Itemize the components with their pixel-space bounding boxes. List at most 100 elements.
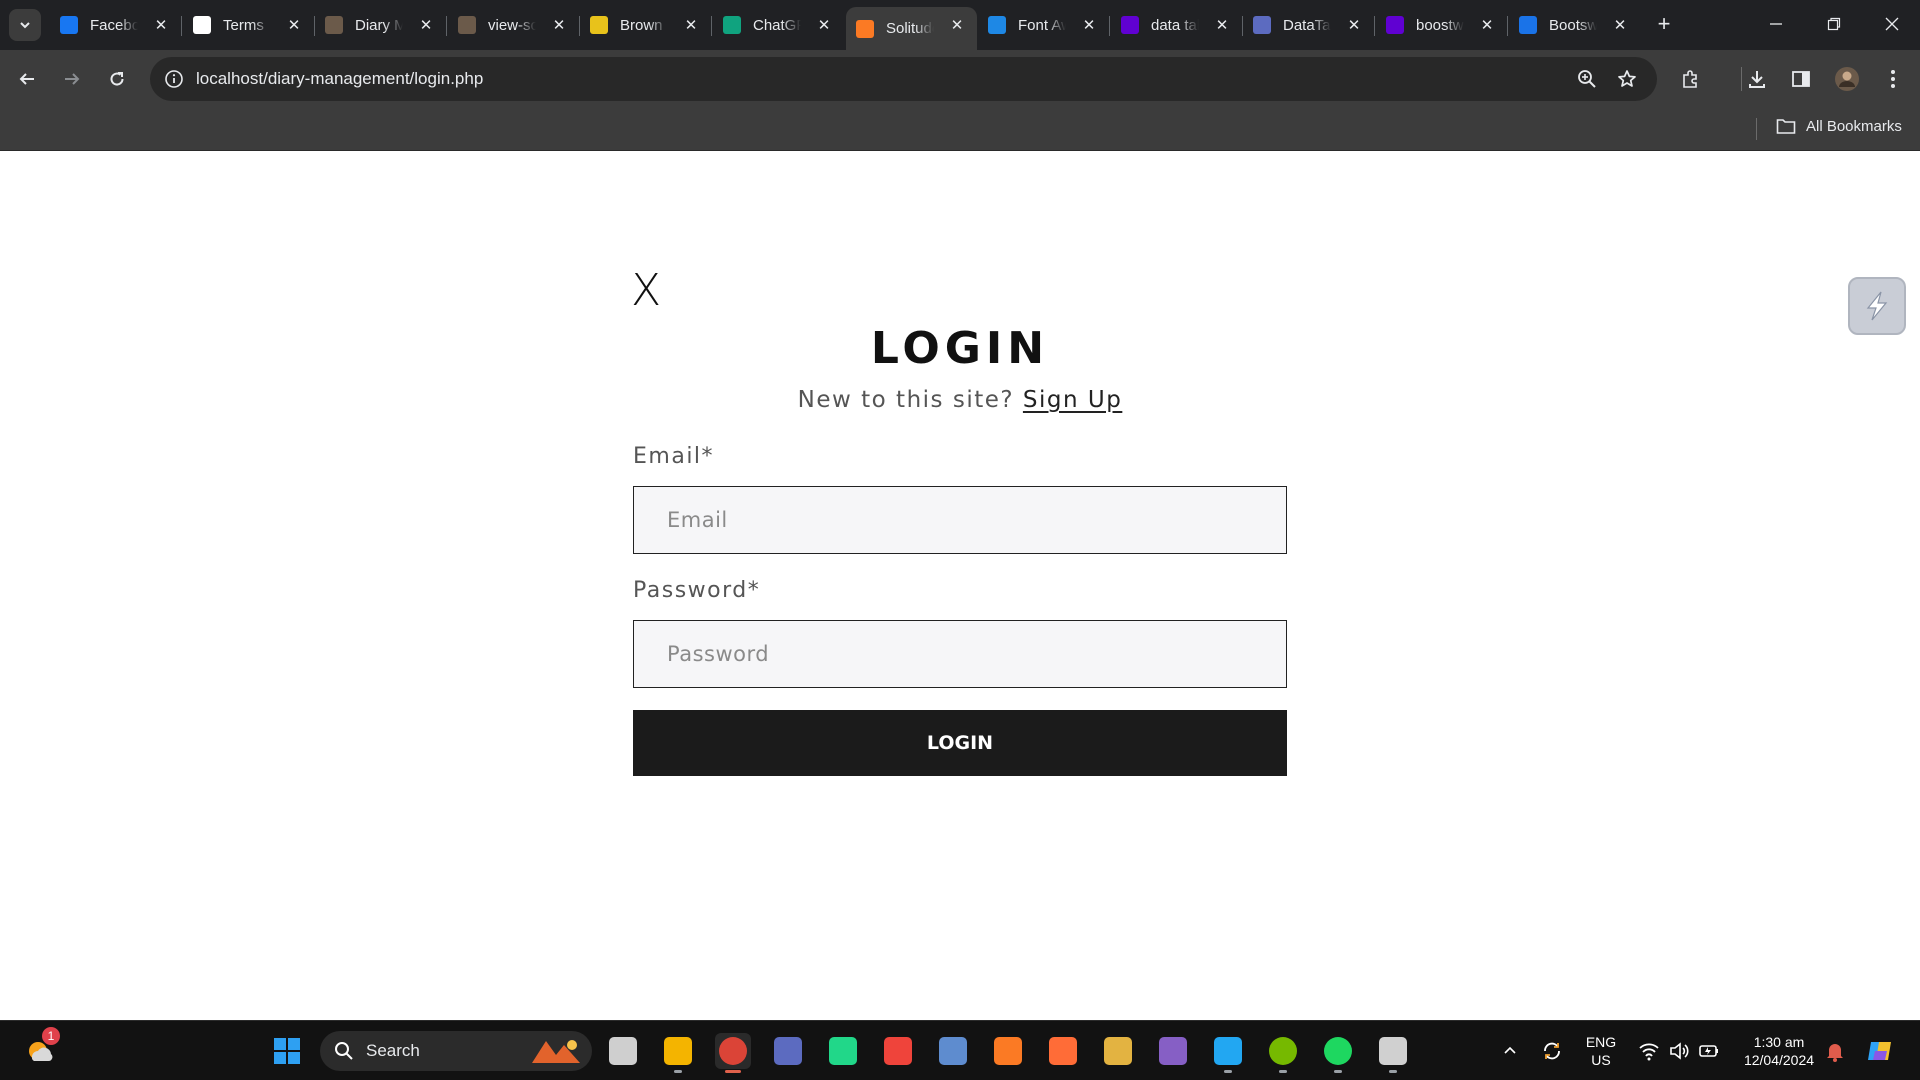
language-indicator[interactable]: ENG US xyxy=(1580,1033,1622,1069)
browser-tab[interactable]: Solitude ✕ xyxy=(846,7,977,50)
postman-icon xyxy=(1049,1037,1077,1065)
weather-widget[interactable]: 1 xyxy=(22,1027,60,1069)
page-title: LOGIN xyxy=(870,323,1050,374)
browser-menu-button[interactable] xyxy=(1877,63,1909,95)
show-hidden-icons-button[interactable] xyxy=(1495,1033,1525,1069)
close-tab-icon[interactable]: ✕ xyxy=(1610,15,1630,35)
datatables-icon xyxy=(1253,16,1271,34)
tab-title: Solitude xyxy=(886,20,934,37)
pycharm-app[interactable] xyxy=(825,1033,861,1069)
all-bookmarks-button[interactable]: All Bookmarks xyxy=(1776,117,1902,135)
browser-tab[interactable]: ChatGPT ✕ xyxy=(713,7,844,43)
sync-tray-icon[interactable] xyxy=(1535,1033,1569,1069)
anydesk-app[interactable] xyxy=(880,1033,916,1069)
side-panel-button[interactable] xyxy=(1785,63,1817,95)
tab-separator xyxy=(1507,16,1508,36)
url-text[interactable]: localhost/diary-management/login.php xyxy=(196,69,483,89)
browser-tab[interactable]: data table ✕ xyxy=(1111,7,1242,43)
browser-tab[interactable]: Font Awesome ✕ xyxy=(978,7,1109,43)
notifications-button[interactable] xyxy=(1820,1033,1850,1069)
zoom-icon[interactable] xyxy=(1575,67,1599,91)
browser-tab[interactable]: view-source ✕ xyxy=(448,7,579,43)
browser-tab[interactable]: DataTables ✕ xyxy=(1243,7,1374,43)
page-content: X LOGIN New to this site? Sign Up Email*… xyxy=(0,151,1920,1020)
browser-tab[interactable]: Bootswatch ✕ xyxy=(1509,7,1640,43)
tab-title: Bootswatch xyxy=(1549,16,1597,34)
close-tab-icon[interactable]: ✕ xyxy=(549,15,569,35)
postman-app[interactable] xyxy=(1045,1033,1081,1069)
email-label: Email* xyxy=(633,444,715,469)
browser-tab-bar: Facebook✕Terms✕Diary Management✕view-sou… xyxy=(0,0,1920,50)
photo-app-app[interactable] xyxy=(1100,1033,1136,1069)
flag-favicon xyxy=(590,16,608,34)
minimize-button[interactable] xyxy=(1753,8,1799,40)
signup-link[interactable]: Sign Up xyxy=(1023,387,1122,413)
download-icon xyxy=(1749,71,1765,88)
browser-tab[interactable]: boostwrap ✕ xyxy=(1376,7,1507,43)
browser-tab[interactable]: Facebook ✕ xyxy=(50,7,181,43)
all-bookmarks-label: All Bookmarks xyxy=(1806,117,1902,135)
email-field[interactable] xyxy=(634,487,1286,553)
bookmarks-divider xyxy=(1756,118,1757,140)
address-bar[interactable]: localhost/diary-management/login.php xyxy=(150,57,1657,101)
reload-button[interactable] xyxy=(101,63,133,95)
browser-tab[interactable]: Diary Management ✕ xyxy=(315,7,446,43)
facebook-icon xyxy=(60,16,78,34)
back-button[interactable] xyxy=(11,63,43,95)
volume-icon xyxy=(1670,1042,1689,1060)
floating-extension-button[interactable] xyxy=(1848,277,1906,335)
close-tab-icon[interactable]: ✕ xyxy=(1079,15,1099,35)
profile-avatar[interactable] xyxy=(1831,63,1863,95)
close-tab-icon[interactable]: ✕ xyxy=(1344,15,1364,35)
close-tab-icon[interactable]: ✕ xyxy=(681,15,701,35)
taskbar-search[interactable]: Search xyxy=(320,1031,592,1071)
clock-time: 1:30 am xyxy=(1753,1034,1805,1050)
close-login-button[interactable]: X xyxy=(631,267,661,315)
browser-tab[interactable]: Brown ✕ xyxy=(580,7,711,43)
reload-icon xyxy=(110,72,124,86)
password-field-wrapper xyxy=(633,620,1287,688)
site-info-icon[interactable] xyxy=(162,67,186,91)
utorrent-icon xyxy=(1269,1037,1297,1065)
tab-title: boostwrap xyxy=(1416,16,1464,34)
quick-settings-button[interactable] xyxy=(1630,1033,1728,1069)
file-explorer-app[interactable] xyxy=(660,1033,696,1073)
downloads-button[interactable] xyxy=(1741,63,1773,95)
terminal-icon xyxy=(1379,1037,1407,1065)
git-app[interactable] xyxy=(770,1033,806,1069)
start-button[interactable] xyxy=(269,1033,305,1069)
running-indicator xyxy=(674,1070,682,1073)
close-tab-icon[interactable]: ✕ xyxy=(284,15,304,35)
extensions-button[interactable] xyxy=(1675,63,1707,95)
close-tab-icon[interactable]: ✕ xyxy=(1477,15,1497,35)
virtualbox-app[interactable] xyxy=(935,1033,971,1069)
visual-studio-app[interactable] xyxy=(1155,1033,1191,1069)
new-tab-button[interactable]: + xyxy=(1650,10,1678,38)
browser-tab[interactable]: Terms ✕ xyxy=(183,7,314,43)
bookmark-star-icon[interactable] xyxy=(1615,67,1639,91)
close-tab-icon[interactable]: ✕ xyxy=(151,15,171,35)
utorrent-app[interactable] xyxy=(1265,1033,1301,1073)
close-window-button[interactable] xyxy=(1869,8,1915,40)
close-tab-icon[interactable]: ✕ xyxy=(947,15,967,35)
tab-search-button[interactable] xyxy=(9,9,41,41)
xampp-app[interactable] xyxy=(990,1033,1026,1069)
restore-button[interactable] xyxy=(1811,8,1857,40)
forward-button[interactable] xyxy=(56,63,88,95)
close-tab-icon[interactable]: ✕ xyxy=(814,15,834,35)
clock[interactable]: 1:30 am 12/04/2024 xyxy=(1736,1033,1822,1069)
email-field-wrapper xyxy=(633,486,1287,554)
close-tab-icon[interactable]: ✕ xyxy=(1212,15,1232,35)
chrome-app[interactable] xyxy=(715,1033,751,1073)
tab-title: Terms xyxy=(223,16,264,34)
photo-app-icon xyxy=(1104,1037,1132,1065)
copilot-button[interactable] xyxy=(1862,1033,1898,1069)
spotify-app[interactable] xyxy=(1320,1033,1356,1073)
vscode-app[interactable] xyxy=(1210,1033,1246,1073)
password-field[interactable] xyxy=(634,621,1286,687)
login-button[interactable]: LOGIN xyxy=(633,710,1287,776)
close-tab-icon[interactable]: ✕ xyxy=(416,15,436,35)
minimize-icon xyxy=(1770,23,1782,25)
task-view-app[interactable] xyxy=(605,1033,641,1069)
terminal-app[interactable] xyxy=(1375,1033,1411,1073)
